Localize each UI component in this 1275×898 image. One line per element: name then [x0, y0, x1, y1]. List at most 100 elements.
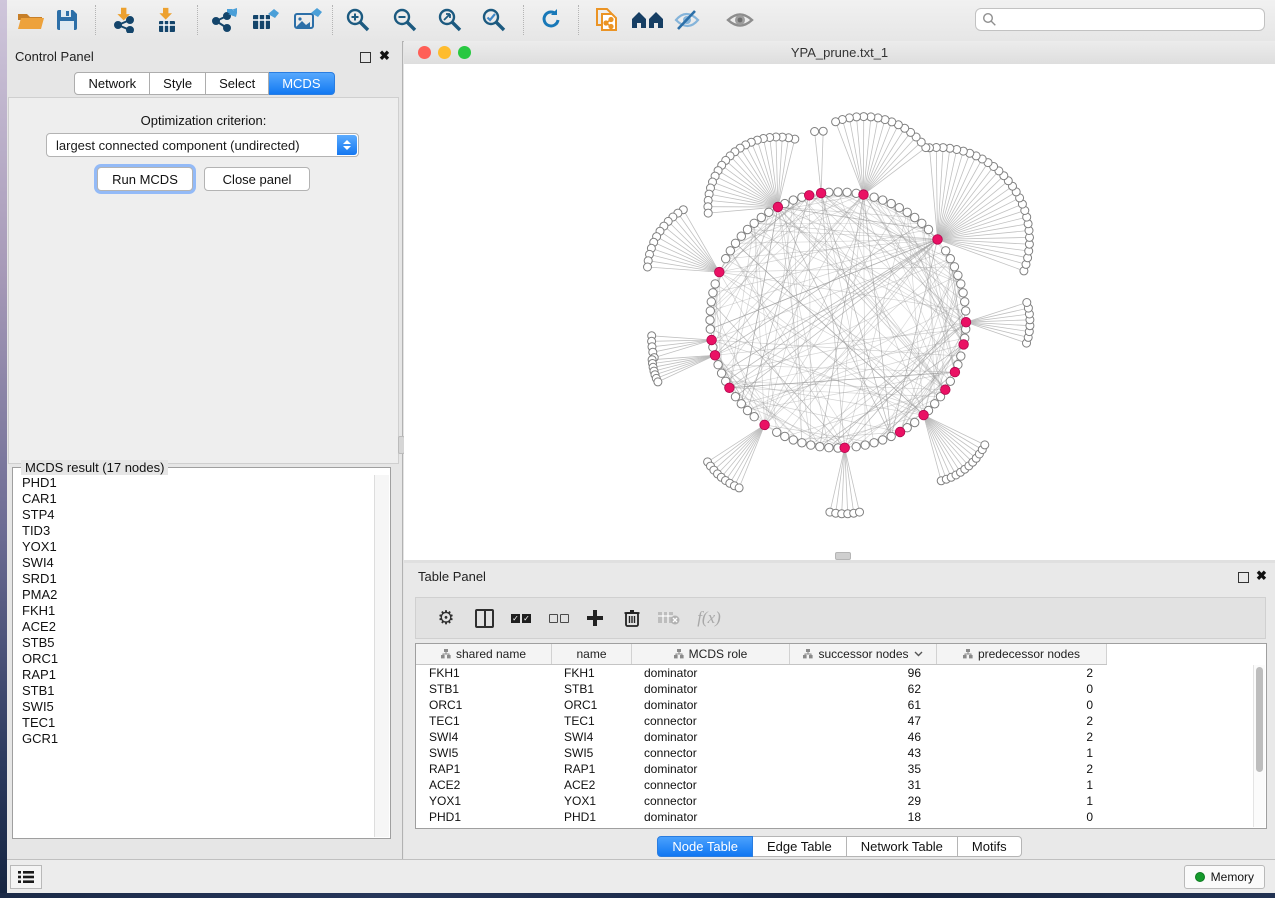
table-row[interactable]: STB1STB1dominator620 — [416, 681, 1254, 697]
zoom-selected-icon[interactable] — [477, 4, 511, 36]
table-row[interactable]: ACE2ACE2connector311 — [416, 777, 1254, 793]
split-pane-grip[interactable] — [835, 552, 851, 560]
graph-node[interactable] — [706, 316, 714, 324]
mcds-result-item[interactable]: TID3 — [14, 523, 375, 539]
graph-node[interactable] — [711, 280, 719, 288]
graph-node[interactable] — [731, 393, 739, 401]
graph-node[interactable] — [731, 239, 739, 247]
import-table-icon[interactable] — [150, 4, 184, 36]
column-header[interactable]: predecessor nodes — [937, 644, 1107, 664]
graph-node[interactable] — [798, 439, 806, 447]
mcds-result-item[interactable]: GCR1 — [14, 731, 375, 747]
open-file-icon[interactable] — [13, 4, 47, 36]
graph-node[interactable] — [789, 436, 797, 444]
float-panel-icon[interactable] — [360, 52, 371, 63]
graph-node[interactable] — [879, 196, 887, 204]
tab-mcds[interactable]: MCDS — [269, 72, 334, 95]
graph-node[interactable] — [737, 232, 745, 240]
tab-node-table[interactable]: Node Table — [657, 836, 753, 857]
graph-node[interactable] — [911, 213, 919, 221]
table-row[interactable]: SWI5SWI5connector431 — [416, 745, 1254, 761]
graph-node[interactable] — [816, 443, 824, 451]
column-header[interactable]: name — [552, 644, 632, 664]
graph-node[interactable] — [903, 208, 911, 216]
column-header[interactable]: MCDS role — [632, 644, 790, 664]
graph-node[interactable] — [811, 128, 819, 136]
graph-node[interactable] — [735, 484, 743, 492]
hide-selected-icon[interactable] — [671, 4, 705, 36]
graph-node[interactable] — [950, 263, 958, 271]
graph-node[interactable] — [743, 225, 751, 233]
graph-node[interactable] — [819, 127, 827, 135]
refresh-view-icon[interactable] — [534, 4, 568, 36]
table-row[interactable]: SWI4SWI4dominator462 — [416, 729, 1254, 745]
graph-hub-node[interactable] — [816, 188, 826, 198]
graph-node[interactable] — [737, 400, 745, 408]
mcds-result-item[interactable]: RAP1 — [14, 667, 375, 683]
graph-hub-node[interactable] — [961, 317, 971, 327]
graph-node[interactable] — [843, 188, 851, 196]
mcds-result-item[interactable]: YOX1 — [14, 539, 375, 555]
graph-node[interactable] — [709, 289, 717, 297]
graph-hub-node[interactable] — [760, 420, 770, 430]
tab-network[interactable]: Network — [74, 72, 150, 95]
graph-node[interactable] — [954, 271, 962, 279]
copy-network-icon[interactable] — [590, 4, 624, 36]
column-header[interactable]: successor nodes — [790, 644, 937, 664]
graph-node[interactable] — [726, 247, 734, 255]
mcds-result-item[interactable]: STP4 — [14, 507, 375, 523]
graph-node[interactable] — [879, 436, 887, 444]
houses-icon[interactable] — [631, 4, 665, 36]
search-input[interactable] — [997, 12, 1258, 28]
close-panel-icon[interactable]: ✖ — [379, 48, 390, 64]
graph-node[interactable] — [962, 307, 970, 315]
graph-node[interactable] — [870, 193, 878, 201]
graph-hub-node[interactable] — [950, 367, 960, 377]
graph-hub-node[interactable] — [919, 410, 929, 420]
graph-hub-node[interactable] — [895, 427, 905, 437]
save-session-icon[interactable] — [50, 4, 84, 36]
graph-node[interactable] — [870, 439, 878, 447]
graph-hub-node[interactable] — [715, 267, 725, 277]
mcds-result-list[interactable]: PHD1CAR1STP4TID3YOX1SWI4SRD1PMA2FKH1ACE2… — [14, 475, 375, 837]
graph-node[interactable] — [946, 255, 954, 263]
graph-node[interactable] — [924, 225, 932, 233]
network-canvas[interactable] — [404, 64, 1275, 560]
memory-button[interactable]: Memory — [1184, 865, 1265, 889]
graph-node[interactable] — [807, 441, 815, 449]
graph-node[interactable] — [911, 418, 919, 426]
graph-node[interactable] — [714, 361, 722, 369]
function-builder-icon[interactable]: f(x) — [694, 598, 724, 638]
graph-node[interactable] — [717, 369, 725, 377]
table-row[interactable]: FKH1FKH1dominator962 — [416, 665, 1254, 681]
tab-network-table[interactable]: Network Table — [847, 836, 958, 857]
graph-node[interactable] — [706, 307, 714, 315]
mcds-result-item[interactable]: ACE2 — [14, 619, 375, 635]
float-panel-icon[interactable] — [1238, 572, 1249, 583]
graph-node[interactable] — [704, 209, 712, 217]
deselect-all-icon[interactable] — [544, 598, 574, 638]
settings-gear-icon[interactable]: ⚙ — [431, 598, 461, 638]
graph-node[interactable] — [931, 400, 939, 408]
graph-node[interactable] — [957, 280, 965, 288]
graph-node[interactable] — [722, 255, 730, 263]
graph-node[interactable] — [856, 508, 864, 516]
close-panel-icon[interactable]: ✖ — [1256, 568, 1267, 584]
select-stepper-icon[interactable] — [337, 135, 357, 155]
graph-node[interactable] — [887, 199, 895, 207]
mcds-result-item[interactable]: SRD1 — [14, 571, 375, 587]
column-header[interactable]: shared name — [416, 644, 552, 664]
tab-select[interactable]: Select — [206, 72, 269, 95]
graph-hub-node[interactable] — [707, 335, 717, 345]
graph-node[interactable] — [895, 204, 903, 212]
graph-node[interactable] — [825, 444, 833, 452]
delete-column-icon[interactable] — [617, 598, 647, 638]
optimization-criterion-select[interactable]: largest connected component (undirected) — [46, 133, 359, 157]
mcds-result-item[interactable]: CAR1 — [14, 491, 375, 507]
graph-hub-node[interactable] — [933, 235, 943, 245]
export-image-icon[interactable] — [290, 4, 324, 36]
table-row[interactable]: ORC1ORC1dominator610 — [416, 697, 1254, 713]
graph-node[interactable] — [757, 213, 765, 221]
mcds-result-item[interactable]: PHD1 — [14, 475, 375, 491]
run-mcds-button[interactable]: Run MCDS — [97, 167, 193, 191]
